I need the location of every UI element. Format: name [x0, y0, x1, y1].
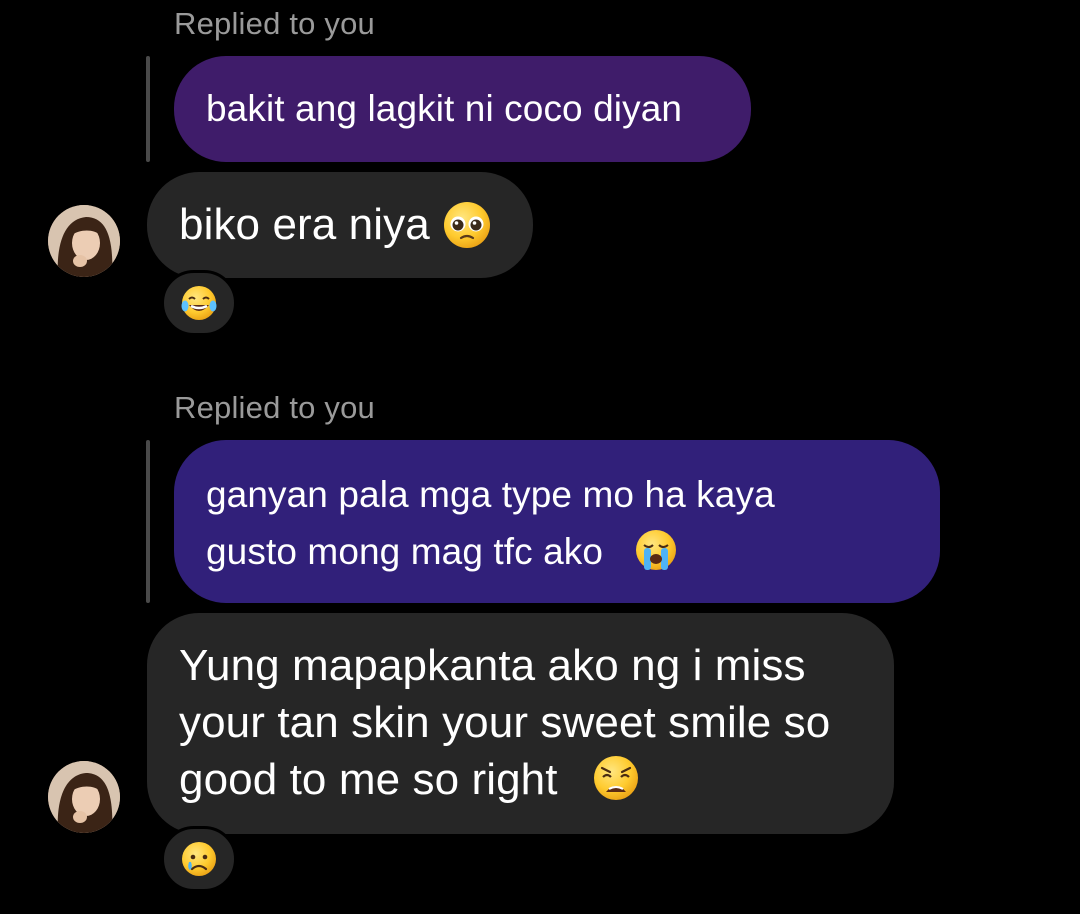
loudly-crying-face-icon [635, 530, 676, 570]
quoted-message-line: gusto mong mag tfc ako [206, 531, 604, 572]
quoted-message-bubble[interactable]: bakit ang lagkit ni coco diyan [174, 56, 751, 162]
face-with-tears-of-joy-icon [181, 286, 217, 320]
reply-indicator-bar [146, 440, 150, 603]
incoming-message-line: Yung mapapkanta ako ng i miss [179, 641, 806, 690]
incoming-message-line: your tan skin your sweet smile so [179, 698, 831, 747]
weary-face-icon [594, 756, 639, 800]
quoted-message-text: bakit ang lagkit ni coco diyan [206, 88, 683, 129]
message-reaction[interactable] [161, 826, 237, 892]
message-reaction[interactable] [161, 270, 237, 336]
avatar[interactable] [48, 205, 120, 277]
incoming-message-text: biko era niya [179, 200, 430, 249]
incoming-message-bubble[interactable]: biko era niya [147, 172, 533, 278]
quoted-message-bubble[interactable]: ganyan pala mga type mo ha kaya gusto mo… [174, 440, 940, 603]
avatar-photo [48, 205, 120, 277]
incoming-message-line: good to me so right [179, 755, 558, 804]
replied-to-you-label: Replied to you [174, 390, 375, 425]
avatar-photo [48, 761, 120, 833]
reply-indicator-bar [146, 56, 150, 162]
pleading-face-icon [443, 202, 490, 248]
incoming-message-bubble[interactable]: Yung mapapkanta ako ng i miss your tan s… [147, 613, 894, 834]
crying-face-icon [182, 842, 216, 876]
quoted-message-line: ganyan pala mga type mo ha kaya [206, 474, 775, 515]
replied-to-you-label: Replied to you [174, 6, 375, 41]
avatar[interactable] [48, 761, 120, 833]
